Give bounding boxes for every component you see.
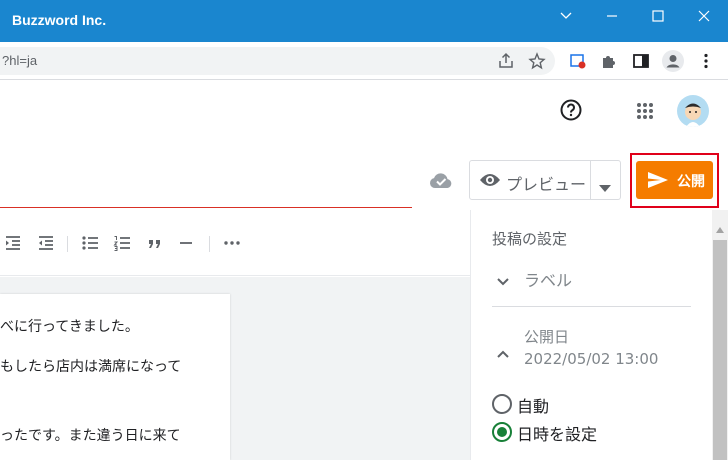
browser-toolbar: ?hl=ja [0, 42, 728, 80]
address-url: ?hl=ja [2, 53, 38, 68]
minimize-button[interactable] [589, 0, 635, 32]
post-body-line: べに行ってきました。 [0, 319, 139, 335]
publish-highlight-box: 公開 [630, 153, 719, 208]
preview-dropdown-icon[interactable] [599, 177, 611, 196]
side-panel-icon[interactable] [632, 52, 650, 70]
post-body-line: もしたら店内は満席になって [0, 359, 182, 375]
labels-section-label: ラベル [524, 271, 573, 290]
profile-icon[interactable] [662, 50, 684, 72]
bookmark-star-icon[interactable] [528, 52, 546, 70]
toolbar-separator [67, 236, 68, 252]
publish-date-label: 公開日 [524, 328, 570, 346]
chevron-up-icon [497, 343, 509, 362]
publish-button[interactable]: 公開 [636, 161, 713, 199]
post-settings-panel: 投稿の設定 ラベル 公開日 2022/05/02 13:00 自動 日時を設定 [470, 210, 712, 460]
window-title-bar: Buzzword Inc. [0, 0, 728, 42]
scroll-up-arrow-icon[interactable] [716, 218, 724, 237]
toolbar-separator [209, 236, 210, 252]
preview-divider [590, 161, 591, 199]
option-automatic-label: 自動 [517, 397, 550, 416]
send-icon [647, 171, 669, 193]
help-icon[interactable] [560, 99, 582, 121]
settings-scrollbar[interactable] [712, 210, 728, 460]
settings-heading: 投稿の設定 [492, 230, 568, 248]
publish-date-value: 2022/05/02 13:00 [524, 350, 659, 368]
scrollbar-thumb[interactable] [713, 240, 727, 460]
numbered-list-icon[interactable] [113, 234, 131, 252]
share-icon[interactable] [497, 52, 515, 70]
address-bar[interactable]: ?hl=ja [0, 47, 555, 75]
saved-cloud-icon [428, 171, 454, 193]
eye-icon [479, 172, 501, 192]
post-title-row: プレビュー 公開 [0, 144, 728, 210]
quote-icon[interactable] [146, 234, 164, 252]
app-header [0, 80, 728, 144]
option-automatic[interactable]: 自動 [471, 390, 713, 416]
bulleted-list-icon[interactable] [81, 234, 99, 252]
post-title-input[interactable] [0, 154, 412, 204]
browser-menu-icon[interactable] [697, 52, 715, 70]
extensions-puzzle-icon[interactable] [600, 52, 618, 70]
more-options-icon[interactable] [223, 234, 241, 252]
preview-button[interactable]: プレビュー [469, 160, 621, 200]
tab-search-icon[interactable] [543, 0, 589, 32]
radio-set-date[interactable] [492, 422, 512, 442]
formatting-toolbar [0, 210, 470, 276]
indent-increase-icon[interactable] [4, 234, 22, 252]
settings-divider [492, 306, 691, 307]
publish-label: 公開 [677, 174, 705, 190]
radio-automatic[interactable] [492, 394, 512, 414]
maximize-button[interactable] [635, 0, 681, 32]
chevron-down-icon [497, 271, 509, 290]
window-title: Buzzword Inc. [12, 12, 107, 28]
post-body-editor[interactable]: べに行ってきました。 もしたら店内は満席になって ったです。また違う日に来て [0, 294, 230, 460]
close-button[interactable] [681, 0, 727, 32]
horizontal-line-icon[interactable] [177, 234, 195, 252]
google-apps-icon[interactable] [636, 102, 654, 120]
indent-decrease-icon[interactable] [37, 234, 55, 252]
title-underline [0, 207, 412, 208]
post-body-line: ったです。また違う日に来て [0, 428, 181, 444]
option-set-date-label: 日時を設定 [517, 425, 598, 444]
extension-screenshot-icon[interactable] [569, 52, 587, 70]
preview-label: プレビュー [506, 175, 587, 194]
option-set-date[interactable]: 日時を設定 [471, 418, 713, 444]
labels-section[interactable]: ラベル [471, 258, 713, 298]
account-avatar[interactable] [677, 95, 709, 127]
publish-date-section[interactable]: 公開日 2022/05/02 13:00 [471, 318, 713, 374]
